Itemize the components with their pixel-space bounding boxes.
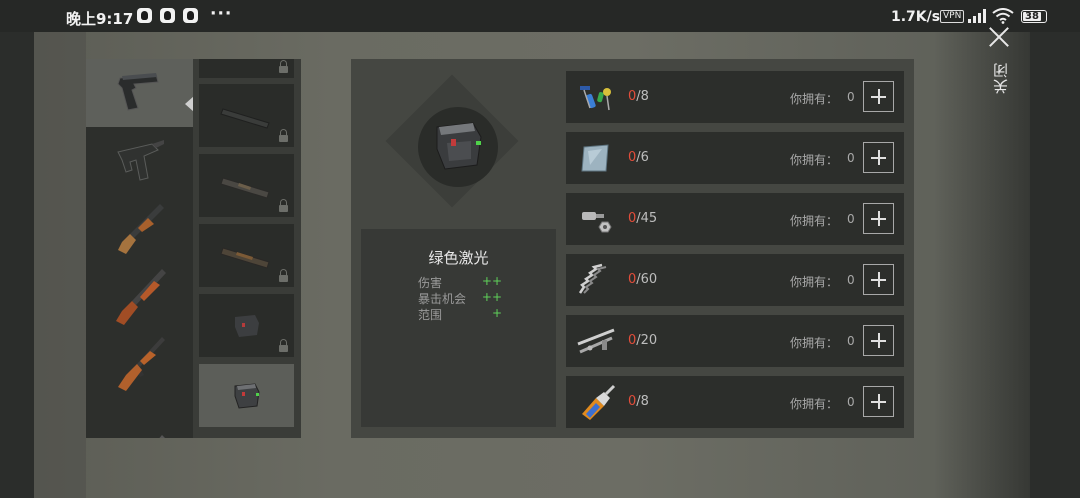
stat-value-range: +	[491, 306, 502, 320]
owned-label: 你拥有：	[790, 92, 839, 106]
weapon-item-pistol[interactable]	[86, 59, 193, 127]
weapon-item-rifle[interactable]	[86, 399, 193, 438]
silencer-2-icon	[219, 176, 270, 199]
add-button[interactable]	[863, 81, 894, 112]
glass-plate-icon	[576, 138, 616, 178]
lock-icon	[279, 339, 288, 352]
owned-value: 0	[847, 90, 855, 104]
item-preview	[418, 107, 498, 187]
lock-icon	[279, 269, 288, 282]
qq-icon	[183, 8, 198, 23]
attachment-item-silencer[interactable]	[199, 84, 294, 147]
electronic-parts-icon	[576, 77, 616, 117]
weapon-item-shotgun[interactable]	[86, 195, 193, 263]
attachment-item-green-laser[interactable]	[199, 364, 294, 427]
net-speed: 1.7K/s	[891, 9, 941, 25]
stat-label-crit: 暴击机会	[418, 292, 467, 306]
owned-label: 你拥有：	[790, 153, 839, 167]
stat-label-damage: 伤害	[418, 276, 443, 290]
attachment-item-silencer-3[interactable]	[199, 224, 294, 287]
lock-icon	[279, 60, 288, 73]
bolt-nut-icon	[576, 199, 616, 239]
uzi-icon	[116, 140, 164, 181]
laser-icon	[234, 314, 259, 337]
ak-rifle-icon	[117, 337, 165, 391]
spring-icon	[576, 260, 616, 300]
material-row: 0/60 你拥有： 0	[566, 254, 904, 306]
attachment-item-laser[interactable]	[199, 294, 294, 357]
owned-value: 0	[847, 212, 855, 226]
attachment-item-silencer-2[interactable]	[199, 154, 294, 217]
battery-icon: 38	[1021, 10, 1047, 23]
add-button[interactable]	[863, 325, 894, 356]
weapon-item-double-barrel[interactable]	[86, 263, 193, 331]
stat-value-crit: ++	[481, 290, 502, 304]
material-row: 0/8 你拥有： 0	[566, 376, 904, 428]
owned-label: 你拥有：	[790, 397, 839, 411]
material-row: 0/8 你拥有： 0	[566, 71, 904, 123]
add-button[interactable]	[863, 386, 894, 417]
vpn-badge: VPN	[940, 10, 965, 23]
shotgun-icon	[117, 204, 164, 254]
add-button[interactable]	[863, 142, 894, 173]
close-button[interactable]	[984, 22, 1014, 52]
weapon-list[interactable]	[86, 59, 193, 438]
lock-icon	[279, 129, 288, 142]
owned-value: 0	[847, 334, 855, 348]
stat-label-range: 范围	[418, 308, 443, 322]
material-count: 0/60	[628, 272, 658, 287]
owned-label: 你拥有：	[790, 275, 839, 289]
double-barrel-icon	[115, 269, 166, 325]
status-time: 晚上9:17	[66, 10, 134, 28]
qq-icon	[137, 8, 152, 23]
weapon-item-uzi[interactable]	[86, 127, 193, 195]
owned-label: 你拥有：	[790, 336, 839, 350]
green-laser-icon	[234, 382, 260, 409]
material-count: 0/8	[628, 394, 649, 409]
material-count: 0/6	[628, 150, 649, 165]
silencer-icon	[219, 107, 270, 129]
material-count: 0/20	[628, 333, 658, 348]
close-label[interactable]: 关闭	[990, 62, 1010, 94]
status-bar: 晚上9:17 ··· 1.7K/s VPN 38	[0, 0, 1080, 32]
background-shade	[934, 32, 1030, 498]
add-button[interactable]	[863, 203, 894, 234]
add-button[interactable]	[863, 264, 894, 295]
glue-bottle-icon	[576, 382, 616, 422]
material-count: 0/8	[628, 89, 649, 104]
rifle-partial-icon	[158, 435, 165, 438]
item-name: 绿色激光	[428, 249, 489, 267]
attachment-item[interactable]	[199, 59, 294, 78]
signal-icon	[968, 9, 986, 23]
pistol-icon	[116, 73, 159, 111]
owned-value: 0	[847, 151, 855, 165]
attachment-list[interactable]	[193, 59, 301, 438]
material-row: 0/20 你拥有： 0	[566, 315, 904, 367]
owned-value: 0	[847, 273, 855, 287]
material-row: 0/6 你拥有： 0	[566, 132, 904, 184]
material-row: 0/45 你拥有： 0	[566, 193, 904, 245]
green-laser-icon	[436, 122, 482, 170]
stat-value-damage: ++	[481, 274, 502, 288]
overflow-dots: ···	[210, 4, 233, 24]
silencer-3-icon	[219, 246, 270, 269]
weapon-item-ak[interactable]	[86, 331, 193, 399]
metal-pipes-icon	[576, 321, 616, 361]
battery-level: 38	[1023, 12, 1041, 22]
qq-icon	[160, 8, 175, 23]
material-count: 0/45	[628, 211, 658, 226]
owned-label: 你拥有：	[790, 214, 839, 228]
lock-icon	[279, 199, 288, 212]
owned-value: 0	[847, 395, 855, 409]
